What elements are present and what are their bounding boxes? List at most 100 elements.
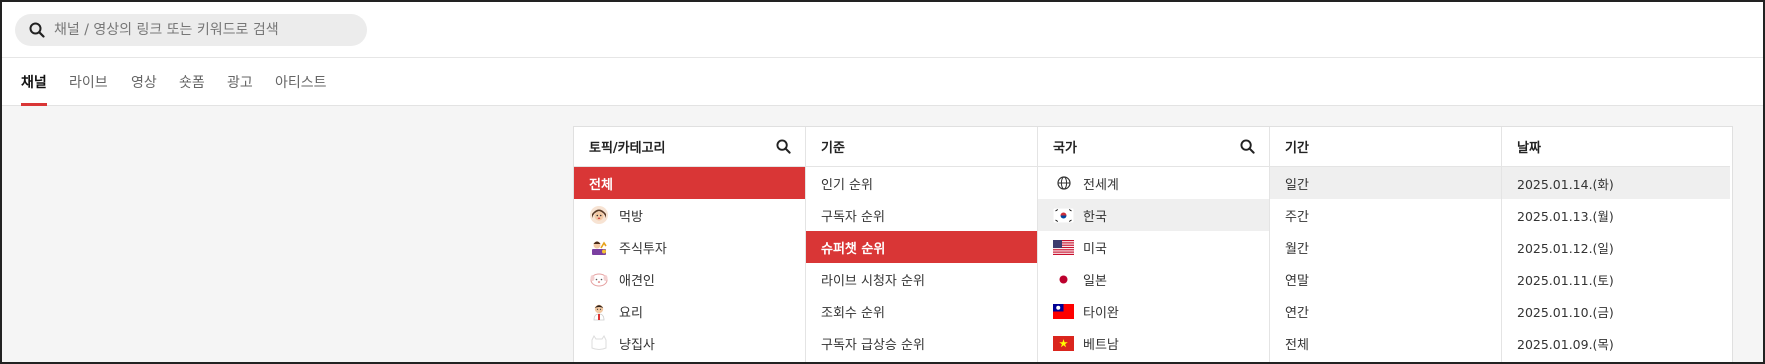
- date-item-label: 2025.01.12.(일): [1517, 240, 1614, 256]
- topic-item-label: 애견인: [619, 273, 655, 289]
- period-item-label: 연말: [1285, 273, 1309, 289]
- topic-item-label: 주식투자: [619, 241, 667, 257]
- date-item[interactable]: 2025.01.13.(월): [1502, 199, 1730, 231]
- date-item[interactable]: 2025.01.10.(금): [1502, 295, 1730, 327]
- period-column: 기간 일간 주간 월간 연말 연간 전체: [1270, 127, 1502, 364]
- person-eating-icon: [589, 205, 609, 225]
- country-item-korea[interactable]: 한국: [1038, 199, 1269, 231]
- criteria-item-label: 구독자 급상승 순위: [821, 337, 925, 353]
- period-item-weekly[interactable]: 주간: [1270, 199, 1501, 231]
- criteria-item-subscriber-growth[interactable]: 구독자 급상승 순위: [806, 327, 1037, 359]
- topic-header-label: 토픽/카테고리: [589, 141, 666, 156]
- period-item-monthly[interactable]: 월간: [1270, 231, 1501, 263]
- criteria-item-popular[interactable]: 인기 순위: [806, 167, 1037, 199]
- country-column: 국가 전세계 한국 미국 일본 타이완 베트남: [1038, 127, 1270, 364]
- country-list: 전세계 한국 미국 일본 타이완 베트남: [1038, 167, 1269, 359]
- search-input[interactable]: [54, 22, 354, 38]
- period-item-label: 월간: [1285, 241, 1309, 257]
- chef-icon: [589, 301, 609, 321]
- criteria-item-live-viewers[interactable]: 라이브 시청자 순위: [806, 263, 1037, 295]
- country-item-label: 일본: [1083, 273, 1107, 289]
- date-item[interactable]: 2025.01.11.(토): [1502, 263, 1730, 295]
- topic-item-label: 냥집사: [619, 337, 655, 353]
- tab-ads[interactable]: 광고: [227, 72, 253, 106]
- tab-video[interactable]: 영상: [131, 72, 157, 106]
- period-item-label: 일간: [1285, 177, 1309, 193]
- topic-item-stock-investment[interactable]: 주식투자: [574, 231, 805, 263]
- tab-label: 영상: [131, 75, 157, 91]
- tab-channel[interactable]: 채널: [21, 72, 47, 106]
- country-item-label: 타이완: [1083, 305, 1119, 321]
- date-item-label: 2025.01.09.(목): [1517, 336, 1614, 352]
- period-item-year-end[interactable]: 연말: [1270, 263, 1501, 295]
- topic-item-cooking[interactable]: 요리: [574, 295, 805, 327]
- criteria-item-subscribers[interactable]: 구독자 순위: [806, 199, 1037, 231]
- tab-label: 라이브: [69, 75, 108, 91]
- topic-item-mukbang[interactable]: 먹방: [574, 199, 805, 231]
- country-item-label: 한국: [1083, 209, 1107, 225]
- date-column: 날짜 2025.01.14.(화) 2025.01.13.(월) 2025.01…: [1502, 127, 1730, 364]
- topic-item-label: 전체: [589, 177, 613, 193]
- search-icon[interactable]: [776, 139, 791, 154]
- criteria-header-label: 기준: [821, 141, 845, 156]
- search-box[interactable]: [15, 14, 367, 46]
- flag-us-icon: [1053, 239, 1074, 255]
- country-item-usa[interactable]: 미국: [1038, 231, 1269, 263]
- country-item-japan[interactable]: 일본: [1038, 263, 1269, 295]
- criteria-column-header: 기준: [806, 127, 1037, 167]
- date-item-label: 2025.01.11.(토): [1517, 272, 1614, 288]
- country-item-vietnam[interactable]: 베트남: [1038, 327, 1269, 359]
- tab-artist[interactable]: 아티스트: [275, 72, 327, 106]
- date-column-header: 날짜: [1502, 127, 1730, 167]
- topic-item-all[interactable]: 전체: [574, 167, 805, 199]
- country-item-taiwan[interactable]: 타이완: [1038, 295, 1269, 327]
- date-header-label: 날짜: [1517, 141, 1541, 156]
- cat-icon: [589, 333, 609, 353]
- period-list: 일간 주간 월간 연말 연간 전체: [1270, 167, 1501, 359]
- tab-label: 아티스트: [275, 75, 327, 91]
- criteria-item-superchat[interactable]: 슈퍼챗 순위: [806, 231, 1037, 263]
- flag-vn-icon: [1053, 335, 1074, 351]
- period-header-label: 기간: [1285, 141, 1309, 156]
- country-item-label: 베트남: [1083, 337, 1119, 353]
- tab-label: 광고: [227, 75, 253, 91]
- globe-icon: [1053, 173, 1074, 193]
- date-item-label: 2025.01.14.(화): [1517, 176, 1614, 192]
- topic-column-header: 토픽/카테고리: [574, 127, 805, 167]
- date-item-label: 2025.01.10.(금): [1517, 304, 1614, 320]
- period-item-daily[interactable]: 일간: [1270, 167, 1501, 199]
- flag-kr-icon: [1052, 207, 1075, 223]
- period-item-all[interactable]: 전체: [1270, 327, 1501, 359]
- date-item[interactable]: 2025.01.09.(목): [1502, 327, 1730, 359]
- top-search-bar: [0, 0, 1765, 58]
- country-item-worldwide[interactable]: 전세계: [1038, 167, 1269, 199]
- criteria-list: 인기 순위 구독자 순위 슈퍼챗 순위 라이브 시청자 순위 조회수 순위 구독…: [806, 167, 1037, 359]
- topic-item-dog-lover[interactable]: 애견인: [574, 263, 805, 295]
- country-item-label: 미국: [1083, 241, 1107, 257]
- flag-jp-icon: [1053, 271, 1074, 287]
- period-item-label: 주간: [1285, 209, 1309, 225]
- tab-live[interactable]: 라이브: [69, 72, 108, 106]
- criteria-item-label: 슈퍼챗 순위: [821, 241, 886, 257]
- ranking-filter-panel: 토픽/카테고리 전체 먹방 주식투자 애견인 요리 냥집사 기준 인기 순위 구…: [573, 126, 1733, 364]
- criteria-item-label: 조회수 순위: [821, 305, 885, 321]
- topic-item-label: 먹방: [619, 209, 643, 225]
- date-item-label: 2025.01.13.(월): [1517, 208, 1614, 224]
- tab-shortform[interactable]: 숏폼: [179, 72, 205, 106]
- tab-label: 숏폼: [179, 75, 205, 91]
- app-window: 채널 라이브 영상 숏폼 광고 아티스트 토픽/카테고리 전체: [0, 0, 1765, 364]
- criteria-column: 기준 인기 순위 구독자 순위 슈퍼챗 순위 라이브 시청자 순위 조회수 순위…: [806, 127, 1038, 364]
- search-icon[interactable]: [15, 14, 45, 46]
- date-item[interactable]: 2025.01.12.(일): [1502, 231, 1730, 263]
- date-item[interactable]: 2025.01.14.(화): [1502, 167, 1730, 199]
- topic-item-label: 요리: [619, 305, 643, 321]
- search-icon[interactable]: [1240, 139, 1255, 154]
- period-item-yearly[interactable]: 연간: [1270, 295, 1501, 327]
- period-item-label: 연간: [1285, 305, 1309, 321]
- country-column-header: 국가: [1038, 127, 1269, 167]
- tab-label: 채널: [21, 75, 47, 91]
- topic-item-cat-owner[interactable]: 냥집사: [574, 327, 805, 359]
- criteria-item-views[interactable]: 조회수 순위: [806, 295, 1037, 327]
- category-tabs: 채널 라이브 영상 숏폼 광고 아티스트: [0, 58, 1765, 106]
- period-item-label: 전체: [1285, 337, 1309, 353]
